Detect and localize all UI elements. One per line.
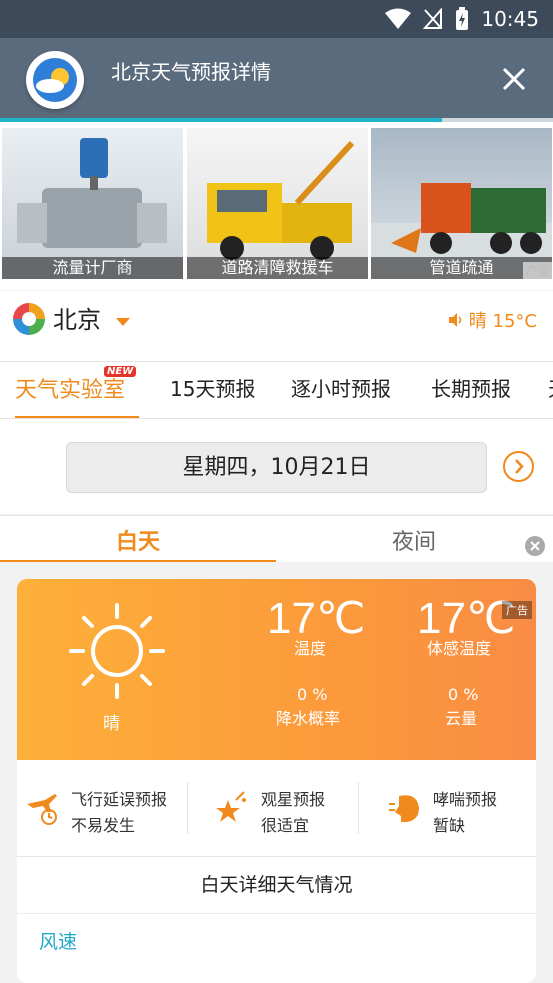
close-icon [530,541,540,551]
dismiss-ad-button[interactable] [525,536,545,556]
current-weather[interactable]: 晴 15°C [447,307,537,333]
active-tab-indicator [0,560,276,562]
ad-item-flowmeter[interactable]: 流量计厂商 [2,128,183,279]
close-icon [502,67,526,91]
asthma-icon [387,790,423,826]
ad-tag: 广告 [522,262,553,279]
feels-like-label: 体感温度 [427,639,492,658]
chevron-down-icon[interactable] [116,318,130,326]
forecast-title: 飞行延误预报 [71,790,168,809]
forecast-indices: 飞行延误预报 不易发生 观星预报 很适宜 哮喘预报 暂缺 [17,760,536,857]
precip-label: 降水概率 [276,709,341,728]
sun-icon [67,601,167,701]
forecast-value: 暂缺 [433,816,466,835]
speaker-icon [448,313,462,327]
close-button[interactable] [501,66,527,92]
status-bar: 10:45 [0,0,553,38]
star-icon [214,790,250,826]
next-day-button[interactable] [503,451,534,482]
flight-delay-forecast[interactable]: 飞行延误预报 不易发生 [17,760,188,856]
app-logo-icon [26,51,84,109]
battery-charging-icon [455,7,469,31]
ad-tag: 广告 [502,601,532,619]
city-logo-icon [10,300,48,338]
forecast-title: 观星预报 [261,790,326,809]
forecast-value: 不易发生 [71,816,136,835]
city-name[interactable]: 北京 [53,300,101,335]
weather-summary-panel: 晴 17℃ 温度 17℃ 体感温度 0 % 降水概率 0 % 云量 广告 [17,579,536,760]
date-row: 星期四，10月21日 [0,419,553,514]
clock-time: 10:45 [481,7,539,31]
forecast-value: 很适宜 [261,816,310,835]
wind-speed-label: 风速 [39,931,78,953]
ad-item-rescue-truck[interactable]: 道路清障救援车 [187,128,368,279]
tab-more[interactable]: 天 [548,373,553,402]
temperature-label: 温度 [294,639,327,658]
stargazing-forecast[interactable]: 观星预报 很适宜 [188,760,359,856]
tab-label: 天气实验室 [15,378,126,403]
ad-caption: 道路清障救援车 [187,257,368,279]
tab-hourly[interactable]: 逐小时预报 [291,373,391,402]
cloud-label: 云量 [445,709,478,728]
ad-caption: 流量计厂商 [2,257,183,279]
ad-banner[interactable]: 流量计厂商 道路清障救援车 管道疏通 广告 [0,122,553,290]
tab-day[interactable]: 白天 [116,524,160,556]
tab-15-day[interactable]: 15天预报 [170,373,255,402]
current-weather-text: 晴 15°C [468,311,537,332]
new-badge: NEW [104,366,137,377]
tab-long-term[interactable]: 长期预报 [431,373,511,402]
asthma-forecast[interactable]: 哮喘预报 暂缺 [359,760,536,856]
wifi-icon [385,8,412,30]
forecast-tabs: 天气实验室 NEW 15天预报 逐小时预报 长期预报 天 [0,362,553,419]
ad-item-pipe-cleaning[interactable]: 管道疏通 [371,128,552,279]
weather-card: 晴 17℃ 温度 17℃ 体感温度 0 % 降水概率 0 % 云量 广告 飞行延… [17,579,536,983]
city-row: 北京 晴 15°C [0,291,553,362]
chevron-right-icon [515,459,524,474]
no-signal-icon [423,8,443,30]
day-night-toggle: 白天 夜间 [0,515,553,562]
date-selector[interactable]: 星期四，10月21日 [66,442,487,493]
tab-night[interactable]: 夜间 [392,524,436,556]
precip-value: 0 % [297,685,328,704]
condition-text: 晴 [103,714,120,734]
title-bar: 北京天气预报详情 [0,38,553,122]
cloud-value: 0 % [448,685,479,704]
airplane-clock-icon [25,790,61,826]
details-heading: 白天详细天气情况 [17,857,536,914]
forecast-title: 哮喘预报 [433,790,498,809]
page-title: 北京天气预报详情 [111,60,271,84]
